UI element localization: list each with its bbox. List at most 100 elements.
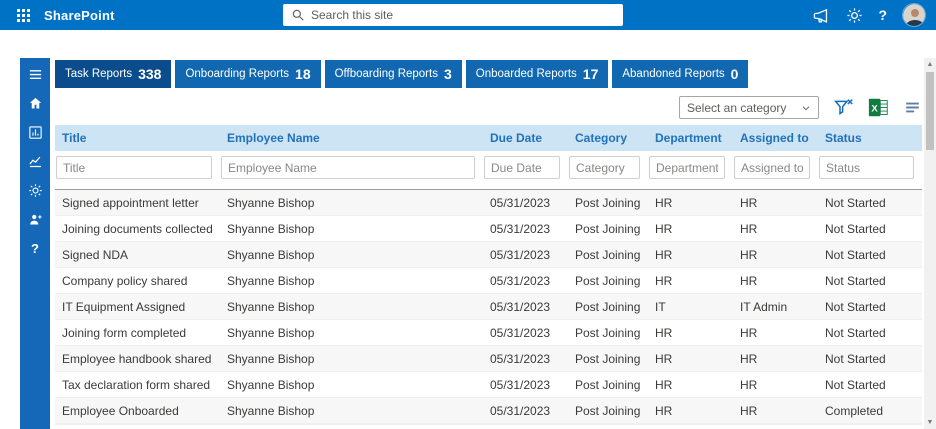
cell: IT Equipment Assigned — [55, 294, 220, 320]
help-icon[interactable]: ? — [27, 240, 43, 256]
table-row[interactable]: Joining form completedShyanne Bishop05/3… — [55, 320, 922, 346]
excel-export-icon[interactable]: X — [868, 97, 889, 118]
list-menu-icon[interactable] — [903, 98, 922, 117]
help-icon[interactable]: ? — [878, 7, 887, 23]
reports-table: TitleEmployee NameDue DateCategoryDepart… — [55, 125, 922, 429]
line-chart-icon[interactable] — [27, 153, 43, 169]
scroll-down-arrow[interactable]: ▼ — [924, 416, 936, 429]
filter-cell — [818, 151, 922, 190]
filter-input-department[interactable] — [649, 156, 725, 179]
tab-count: 17 — [583, 66, 599, 82]
cell: 05/31/2023 — [483, 320, 568, 346]
cell: Not Started — [818, 294, 922, 320]
cell: Not Started — [818, 372, 922, 398]
cell: HR — [648, 346, 733, 372]
user-avatar[interactable] — [902, 3, 926, 27]
table-row[interactable]: Tax declaration form sharedShyanne Bisho… — [55, 372, 922, 398]
filter-cell — [55, 151, 220, 190]
cell: Post Joining — [568, 346, 648, 372]
table-row[interactable]: IT Equipment AssignedShyanne Bishop05/31… — [55, 294, 922, 320]
filter-input-due-date[interactable] — [484, 156, 560, 179]
category-select-value: Select an category — [687, 101, 786, 115]
tab-onboarding-reports[interactable]: Onboarding Reports18 — [175, 60, 320, 88]
bar-chart-icon[interactable] — [27, 124, 43, 140]
cell: Shyanne Bishop — [220, 346, 483, 372]
table-row[interactable]: Signed appointment letterShyanne Bishop0… — [55, 190, 922, 216]
chevron-down-icon — [801, 103, 811, 113]
column-header-department[interactable]: Department — [648, 125, 733, 151]
table-row[interactable]: Company policy sharedShyanne Bishop05/31… — [55, 268, 922, 294]
tab-abandoned-reports[interactable]: Abandoned Reports0 — [612, 60, 748, 88]
tab-task-reports[interactable]: Task Reports338 — [55, 60, 171, 88]
column-header-title[interactable]: Title — [55, 125, 220, 151]
table-header-row: TitleEmployee NameDue DateCategoryDepart… — [55, 125, 922, 151]
column-header-employee-name[interactable]: Employee Name — [220, 125, 483, 151]
cell: HR — [733, 216, 818, 242]
search-input[interactable] — [311, 8, 615, 22]
column-header-category[interactable]: Category — [568, 125, 648, 151]
filter-input-title[interactable] — [56, 156, 212, 179]
cell: Not Started — [818, 216, 922, 242]
table-row[interactable]: Employee handbook sharedShyanne Bishop05… — [55, 346, 922, 372]
cell: HR — [733, 268, 818, 294]
home-icon[interactable] — [27, 95, 43, 111]
filter-input-assigned-to[interactable] — [734, 156, 810, 179]
settings-icon[interactable] — [845, 6, 863, 24]
app-launcher-icon[interactable] — [8, 0, 38, 30]
cell: Company policy shared — [55, 268, 220, 294]
top-bar: SharePoint ? — [0, 0, 936, 30]
table-row[interactable]: Signed NDAShyanne Bishop05/31/2023Post J… — [55, 242, 922, 268]
cell: Post Joining — [568, 372, 648, 398]
cell: Shyanne Bishop — [220, 294, 483, 320]
cell: Shyanne Bishop — [220, 398, 483, 424]
cell: 05/31/2023 — [483, 398, 568, 424]
cell: 05/31/2023 — [483, 294, 568, 320]
cell: 05/31/2023 — [483, 346, 568, 372]
cell: Not Started — [818, 320, 922, 346]
table-row[interactable]: Joining documents collectedShyanne Bisho… — [55, 216, 922, 242]
svg-text:X: X — [871, 103, 878, 114]
menu-icon[interactable] — [27, 66, 43, 82]
announcement-icon[interactable] — [812, 6, 830, 24]
sidebar: ? — [20, 58, 50, 429]
filter-input-employee-name[interactable] — [221, 156, 475, 179]
column-header-status[interactable]: Status — [818, 125, 922, 151]
filter-cell — [568, 151, 648, 190]
cell: HR — [733, 242, 818, 268]
cell: HR — [648, 372, 733, 398]
filter-input-status[interactable] — [819, 156, 914, 179]
cell: HR — [733, 372, 818, 398]
settings-icon[interactable] — [27, 182, 43, 198]
filter-input-category[interactable] — [569, 156, 640, 179]
tab-label: Onboarding Reports — [185, 68, 289, 80]
user-admin-icon[interactable] — [27, 211, 43, 227]
cell: Joining form completed — [55, 320, 220, 346]
search-icon — [291, 8, 305, 22]
table-row[interactable]: Employee OnboardedShyanne Bishop05/31/20… — [55, 398, 922, 424]
cell: Signed NDA — [55, 242, 220, 268]
filter-row — [55, 151, 922, 190]
cell: Post Joining — [568, 190, 648, 216]
cell: 05/31/2023 — [483, 372, 568, 398]
cell: HR — [648, 190, 733, 216]
cell: Not Started — [818, 346, 922, 372]
column-header-assigned-to[interactable]: Assigned to — [733, 125, 818, 151]
cell: HR — [648, 216, 733, 242]
scroll-thumb[interactable] — [926, 72, 934, 150]
tab-count: 0 — [731, 66, 739, 82]
partial-row — [55, 424, 922, 429]
site-search — [283, 4, 623, 26]
tab-offboarding-reports[interactable]: Offboarding Reports3 — [325, 60, 462, 88]
cell: Post Joining — [568, 216, 648, 242]
filter-cell — [220, 151, 483, 190]
category-select[interactable]: Select an category — [679, 96, 819, 119]
cell: Post Joining — [568, 242, 648, 268]
scroll-up-arrow[interactable]: ▲ — [924, 58, 936, 71]
cell: Post Joining — [568, 294, 648, 320]
column-header-due-date[interactable]: Due Date — [483, 125, 568, 151]
toolbar: Select an category X — [55, 96, 922, 119]
clear-filter-icon[interactable] — [833, 97, 854, 118]
tab-onboarded-reports[interactable]: Onboarded Reports17 — [466, 60, 609, 88]
cell: HR — [648, 398, 733, 424]
filter-cell — [648, 151, 733, 190]
